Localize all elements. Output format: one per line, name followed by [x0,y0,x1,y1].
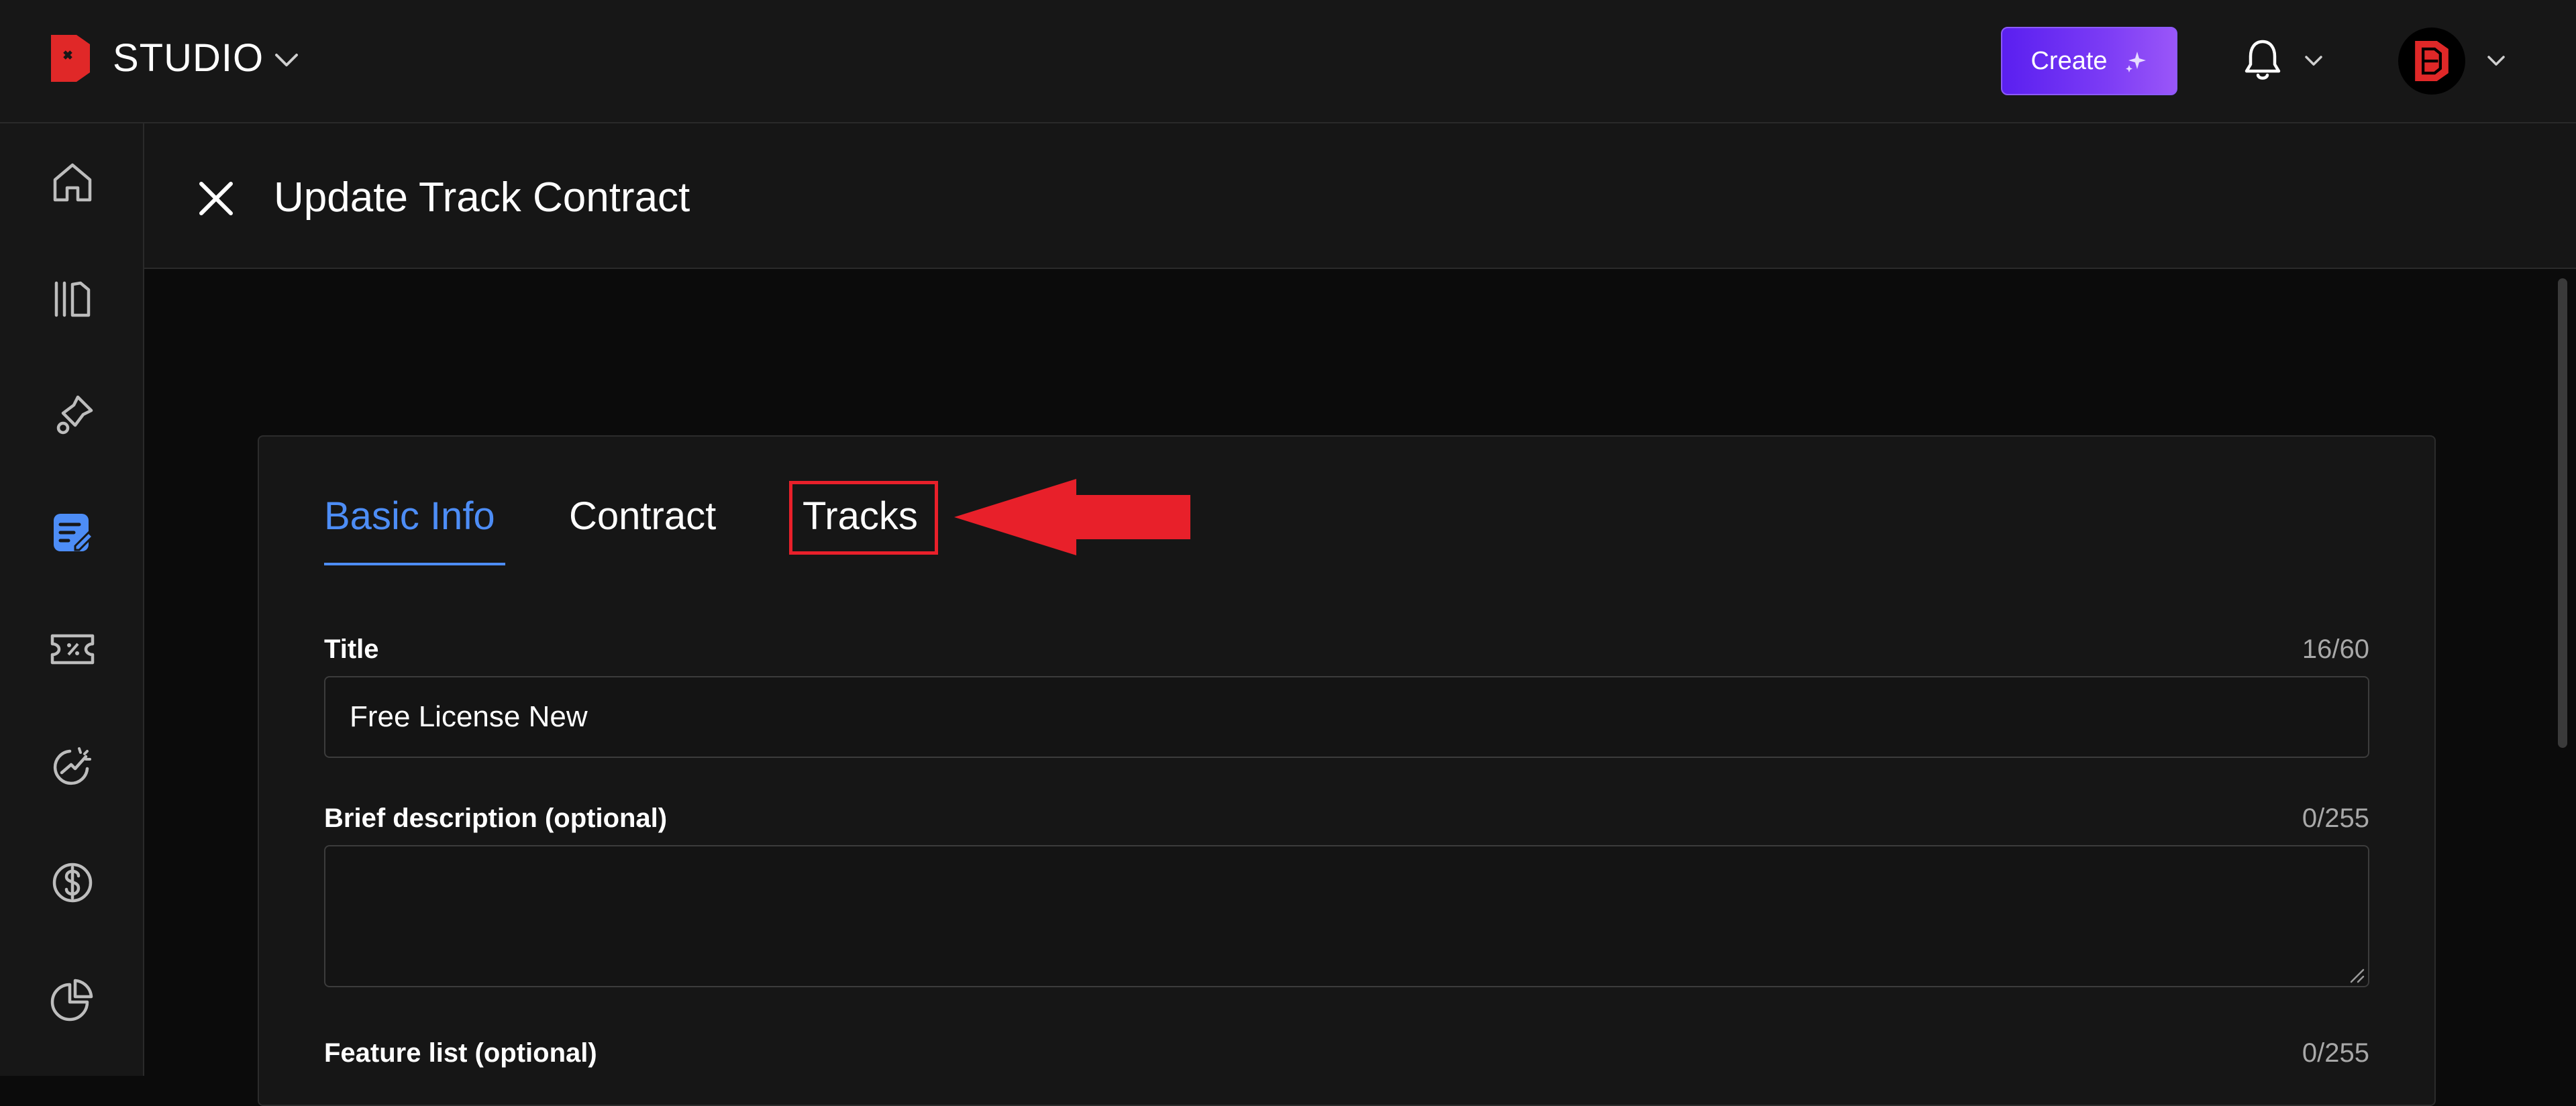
chevron-down-icon[interactable] [271,44,302,75]
feature-list-label: Feature list (optional) [324,1038,597,1068]
chevron-down-icon[interactable] [2302,48,2326,72]
home-icon[interactable] [48,158,97,207]
description-label: Brief description (optional) [324,804,668,833]
scrollbar[interactable] [2558,278,2567,748]
brand-logo-icon[interactable] [51,35,90,82]
contracts-icon[interactable] [48,508,97,557]
active-tab-indicator [324,563,505,565]
resize-handle-icon[interactable] [2346,964,2365,983]
library-icon[interactable] [48,275,97,323]
annotation-arrow-icon [954,479,1190,555]
chevron-down-icon[interactable] [2484,48,2508,72]
sparkle-icon [2125,52,2146,72]
create-button[interactable]: Create [2001,27,2177,95]
top-bar [0,0,2576,123]
tab-basic-info[interactable]: Basic Info [324,490,495,543]
pin-icon[interactable] [48,392,97,440]
title-label: Title [324,634,379,664]
feature-list-char-count: 0/255 [2302,1038,2369,1068]
title-char-count: 16/60 [2302,634,2369,664]
coupon-icon[interactable] [48,625,97,673]
avatar[interactable] [2398,27,2465,95]
description-char-count: 0/255 [2302,804,2369,833]
page-title: Update Track Contract [274,174,690,221]
bell-icon[interactable] [2243,38,2283,82]
dollar-icon[interactable] [48,859,97,907]
brand-name[interactable]: STUDIO [113,35,264,82]
tab-contract[interactable]: Contract [569,490,716,543]
title-input[interactable] [324,676,2369,758]
brand-logo-icon [2415,41,2449,81]
close-icon[interactable] [195,177,238,220]
pie-chart-icon[interactable] [48,975,97,1024]
description-textarea[interactable] [324,845,2369,987]
create-button-label: Create [2030,46,2108,75]
analytics-icon[interactable] [48,742,97,790]
annotation-highlight-box [789,481,938,555]
sidebar [0,123,144,1076]
